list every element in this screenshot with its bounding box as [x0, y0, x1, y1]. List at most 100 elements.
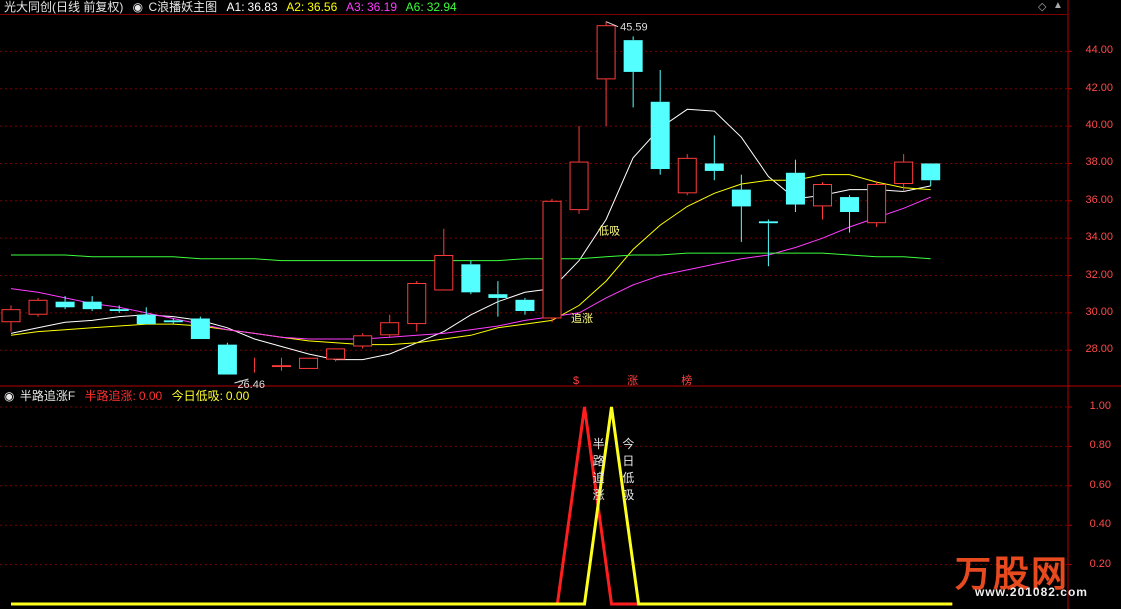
scroll-up-icon[interactable]: ▲	[1053, 0, 1063, 11]
candle	[650, 70, 670, 175]
candle	[217, 342, 237, 375]
candle	[758, 219, 778, 267]
candle	[596, 21, 616, 127]
ma-a3: A3: 36.19	[345, 0, 397, 14]
candle-body	[542, 200, 562, 319]
sub-series-line	[11, 406, 953, 606]
candle-body	[82, 301, 102, 310]
chevron-icon[interactable]: ◉	[133, 0, 143, 14]
candle-body	[515, 299, 535, 312]
y-tick-label: 34.00	[1085, 231, 1113, 244]
candle-body	[136, 314, 156, 325]
candle	[136, 307, 156, 325]
ma-a1: A1: 36.83	[226, 0, 278, 14]
candle-body	[380, 322, 400, 336]
sub-indicator-lines: 半路追涨今日低吸	[11, 406, 953, 606]
signal-marker: 榜	[681, 373, 692, 387]
candle-body	[353, 335, 373, 347]
candle-body	[1, 309, 21, 323]
candle	[569, 126, 589, 214]
candle	[82, 296, 102, 312]
candle	[894, 154, 914, 192]
stock-title[interactable]: 光大同创(日线 前复权)	[4, 0, 123, 14]
candle	[299, 357, 319, 369]
sub-series-line	[11, 406, 953, 606]
sub-y-tick-label: 0.40	[1089, 518, 1111, 531]
candle	[515, 297, 535, 315]
candle-body	[488, 294, 508, 298]
candle-body	[623, 40, 643, 72]
price-annotations: 45.5926.46低吸追涨$ 涨榜	[234, 21, 692, 391]
y-tick-label: 36.00	[1085, 193, 1113, 206]
candle	[813, 182, 832, 220]
sub-y-tick-label: 0.60	[1089, 478, 1111, 491]
candle-body	[921, 163, 941, 181]
candle-body	[461, 264, 481, 293]
candle-body	[731, 189, 751, 207]
signal-marker: 涨	[627, 374, 638, 387]
candle	[272, 357, 291, 371]
y-tick-label: 38.00	[1085, 156, 1113, 169]
candle-body	[569, 161, 589, 211]
candle	[55, 296, 75, 310]
candle-body	[704, 163, 724, 171]
sub-title[interactable]: 半路追涨F	[20, 389, 75, 403]
candle-body	[650, 101, 670, 170]
candle-body	[28, 299, 48, 315]
y-tick-label: 30.00	[1085, 305, 1113, 318]
ma-a6: A6: 32.94	[405, 0, 457, 14]
sub-y-tick-label: 0.80	[1089, 439, 1111, 452]
candle	[326, 348, 346, 362]
candle	[542, 198, 562, 323]
sub-header: ◉ 半路追涨F 半路追涨: 0.00 今日低吸: 0.00	[4, 389, 255, 403]
diamond-icon[interactable]: ◇	[1038, 0, 1046, 13]
candle	[921, 163, 941, 186]
candle-body	[434, 254, 454, 291]
sub-vertical-label: 今日低吸	[622, 436, 634, 502]
ma-line-a6	[11, 252, 931, 262]
sub-y-tick-label: 0.20	[1089, 557, 1111, 570]
candle-body	[217, 344, 237, 375]
candle-body	[596, 25, 616, 80]
sub-settings-icon[interactable]: ◉	[4, 389, 14, 403]
indicator-name[interactable]: C浪播妖主图	[149, 0, 218, 14]
candle-body	[272, 365, 291, 368]
candle-body	[867, 183, 887, 224]
candle	[380, 314, 400, 338]
high-price-label: 45.59	[620, 22, 648, 34]
candle	[163, 318, 183, 325]
candle	[677, 154, 697, 196]
candle	[704, 135, 724, 181]
signal-label: 低吸	[598, 224, 620, 237]
chart-canvas: 45.5926.46低吸追涨$ 涨榜 半路追涨今日低吸	[0, 0, 1121, 609]
candle-body	[299, 357, 319, 369]
candle-body	[758, 221, 778, 224]
candle	[623, 36, 643, 108]
candle-body	[813, 183, 832, 207]
candle-body	[677, 157, 697, 194]
y-tick-label: 28.00	[1085, 343, 1113, 356]
candle	[28, 297, 48, 317]
y-tick-label: 42.00	[1085, 81, 1113, 94]
signal-marker: $	[573, 375, 579, 387]
candle-body	[840, 197, 860, 213]
candle	[353, 333, 373, 349]
candle-body	[407, 282, 427, 325]
candle-body	[894, 161, 914, 184]
candle-body	[163, 320, 183, 323]
candle	[785, 159, 805, 213]
candle-body	[190, 318, 210, 340]
main-header: 光大同创(日线 前复权) ◉ C浪播妖主图 A1: 36.83 A2: 36.56 …	[4, 0, 463, 14]
y-tick-label: 40.00	[1085, 119, 1113, 132]
candle	[461, 260, 481, 295]
candle	[407, 281, 427, 332]
candlesticks	[1, 21, 941, 375]
candle-body	[55, 301, 75, 308]
candle-body	[109, 309, 129, 312]
sub-item-dixi: 今日低吸: 0.00	[171, 389, 250, 403]
sub-item-zhuizhang: 半路追涨: 0.00	[84, 389, 163, 403]
candle-body	[326, 348, 346, 360]
candle	[867, 182, 887, 227]
y-tick-label: 44.00	[1085, 44, 1113, 57]
y-tick-label: 32.00	[1085, 268, 1113, 281]
